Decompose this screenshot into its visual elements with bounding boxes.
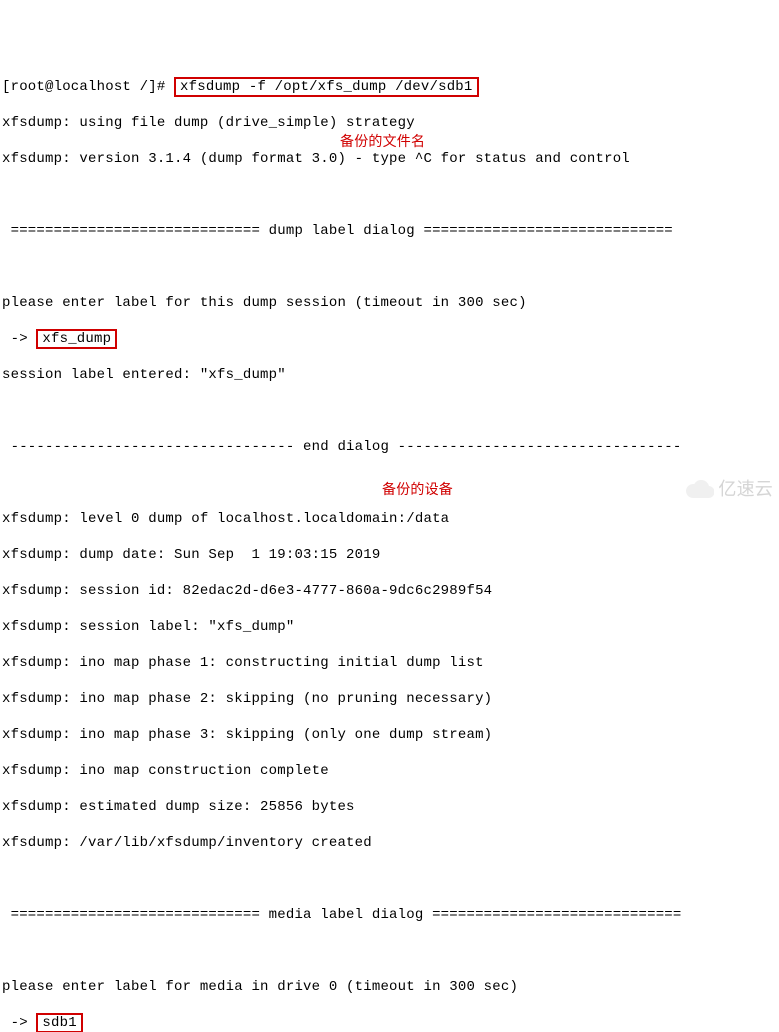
output-line: xfsdump: using file dump (drive_simple) … — [2, 114, 777, 132]
output-line: xfsdump: estimated dump size: 25856 byte… — [2, 798, 777, 816]
separator-dump: ============================= dump label… — [2, 222, 777, 240]
separator-media: ============================= media labe… — [2, 906, 777, 924]
output-line: xfsdump: ino map construction complete — [2, 762, 777, 780]
dump-label-input[interactable]: xfs_dump — [36, 329, 117, 349]
annotation-device: 备份的设备 — [382, 480, 453, 498]
shell-prompt: [root@localhost /]# — [2, 79, 165, 95]
output-line: xfsdump: version 3.1.4 (dump format 3.0)… — [2, 150, 777, 168]
output-line: xfsdump: ino map phase 1: constructing i… — [2, 654, 777, 672]
output-line: xfsdump: /var/lib/xfsdump/inventory crea… — [2, 834, 777, 852]
prompt-line: [root@localhost /]# xfsdump -f /opt/xfs_… — [2, 78, 777, 96]
blank-line — [2, 942, 777, 960]
blank-line — [2, 402, 777, 420]
output-line: xfsdump: session label: "xfs_dump" — [2, 618, 777, 636]
blank-line — [2, 186, 777, 204]
output-line: session label entered: "xfs_dump" — [2, 366, 777, 384]
output-line: xfsdump: dump date: Sun Sep 1 19:03:15 2… — [2, 546, 777, 564]
output-line: xfsdump: session id: 82edac2d-d6e3-4777-… — [2, 582, 777, 600]
output-line: xfsdump: ino map phase 3: skipping (only… — [2, 726, 777, 744]
watermark: 亿速云 — [686, 480, 773, 498]
arrow: -> — [2, 331, 36, 347]
command-input[interactable]: xfsdump -f /opt/xfs_dump /dev/sdb1 — [174, 77, 478, 97]
output-line: xfsdump: level 0 dump of localhost.local… — [2, 510, 777, 528]
arrow: -> — [2, 1015, 36, 1031]
watermark-text: 亿速云 — [718, 480, 773, 498]
input-line: -> xfs_dump — [2, 330, 777, 348]
output-line: xfsdump: ino map phase 2: skipping (no p… — [2, 690, 777, 708]
blank-line — [2, 870, 777, 888]
prompt-label: please enter label for media in drive 0 … — [2, 978, 777, 996]
annotation-file: 备份的文件名 — [340, 132, 425, 150]
cloud-icon — [686, 480, 714, 498]
prompt-label: please enter label for this dump session… — [2, 294, 777, 312]
input-line: -> sdb1 — [2, 1014, 777, 1032]
separator-end: --------------------------------- end di… — [2, 438, 777, 456]
blank-line — [2, 258, 777, 276]
media-label-input[interactable]: sdb1 — [36, 1013, 82, 1032]
